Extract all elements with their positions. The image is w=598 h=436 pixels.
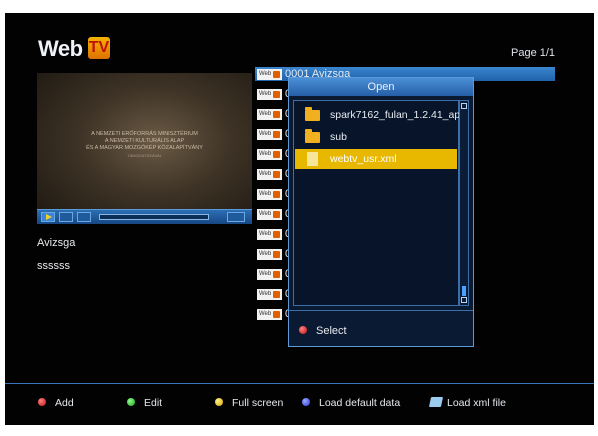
channel-title: Avizsga bbox=[37, 237, 76, 249]
dialog-divider bbox=[289, 310, 473, 311]
webtv-badge-icon: Web bbox=[257, 89, 282, 100]
webtv-badge-icon: Web bbox=[257, 289, 282, 300]
legend-add-label: Add bbox=[55, 397, 74, 409]
stop-button[interactable] bbox=[59, 212, 73, 222]
credit-line: ÉS A MAGYAR MOZGÓKÉP KÖZALAPÍTVÁNY bbox=[86, 145, 203, 151]
video-preview[interactable]: A NEMZETI ERŐFORRÁS MINISZTÉRIUM A NEMZE… bbox=[37, 73, 252, 224]
yellow-button-icon bbox=[215, 398, 223, 407]
webtv-badge-icon: Web bbox=[257, 269, 282, 280]
page-indicator: Page 1/1 bbox=[511, 47, 556, 59]
play-button[interactable] bbox=[41, 212, 55, 222]
credit-line: A NEMZETI KULTURÁLIS ALAP bbox=[104, 138, 185, 144]
webtv-badge-icon: Web bbox=[257, 69, 282, 80]
webtv-badge-icon: Web bbox=[257, 249, 282, 260]
file-list: spark7162_fulan_1.2.41_appsub webtv_usr.x… bbox=[293, 100, 466, 306]
webtv-badge-icon: Web bbox=[257, 229, 282, 240]
legend-load-default-label: Load default data bbox=[319, 397, 401, 409]
select-label: Select bbox=[316, 325, 347, 337]
tv-badge-icon: TV bbox=[88, 37, 110, 59]
webtv-badge-icon: Web bbox=[257, 129, 282, 140]
legend-fullscreen-label: Full screen bbox=[232, 397, 284, 409]
file-name: spark7162_fulan_1.2.41_app bbox=[330, 109, 467, 121]
file-name: sub bbox=[330, 131, 347, 143]
file-icon bbox=[307, 152, 318, 166]
red-button-icon bbox=[299, 326, 307, 335]
file-name: webtv_usr.xml bbox=[330, 153, 397, 165]
red-button-icon bbox=[38, 398, 46, 407]
blue-button-icon bbox=[302, 398, 310, 407]
pause-button[interactable] bbox=[77, 212, 91, 222]
legend-add[interactable]: Add bbox=[38, 397, 74, 409]
scroll-down-icon[interactable] bbox=[461, 297, 467, 303]
scroll-up-icon[interactable] bbox=[461, 103, 467, 109]
folder-icon bbox=[305, 107, 320, 121]
scroll-thumb[interactable] bbox=[462, 286, 466, 296]
tv-screen: Web TV Page 1/1 A NEMZETI ERŐFORRÁS MINI… bbox=[5, 13, 594, 425]
logo-text: Web bbox=[38, 36, 83, 61]
webtv-badge-icon: Web bbox=[257, 309, 282, 320]
legend-load-default[interactable]: Load default data bbox=[302, 397, 400, 409]
legend-load-xml[interactable]: Load xml file bbox=[428, 397, 506, 409]
webtv-badge-icon: Web bbox=[257, 209, 282, 220]
legend-fullscreen[interactable]: Full screen bbox=[215, 397, 283, 409]
dialog-title: Open bbox=[289, 78, 473, 96]
select-hint[interactable]: Select bbox=[299, 325, 347, 337]
legend-load-xml-label: Load xml file bbox=[447, 397, 506, 409]
video-credits: A NEMZETI ERŐFORRÁS MINISZTÉRIUM A NEMZE… bbox=[37, 131, 252, 159]
footer-divider bbox=[5, 383, 594, 384]
progress-bar[interactable] bbox=[99, 214, 209, 220]
player-controls bbox=[37, 209, 252, 224]
file-row[interactable]: spark7162_fulan_1.2.41_app bbox=[295, 105, 466, 125]
legend-edit[interactable]: Edit bbox=[127, 397, 162, 409]
file-row[interactable]: webtv_usr.xml bbox=[295, 149, 457, 169]
open-folder-icon bbox=[428, 397, 444, 408]
credit-line: TÁMOGATÁSÁVAL bbox=[127, 153, 162, 158]
green-button-icon bbox=[127, 398, 135, 407]
file-list-scrollbar[interactable] bbox=[459, 100, 469, 306]
webtv-badge-icon: Web bbox=[257, 169, 282, 180]
open-dialog: Open spark7162_fulan_1.2.41_appsub webtv_… bbox=[288, 77, 474, 347]
webtv-badge-icon: Web bbox=[257, 149, 282, 160]
folder-icon bbox=[305, 129, 320, 143]
channel-description: ssssss bbox=[37, 260, 70, 272]
credit-line: A NEMZETI ERŐFORRÁS MINISZTÉRIUM bbox=[91, 131, 198, 137]
webtv-badge-icon: Web bbox=[257, 189, 282, 200]
legend-edit-label: Edit bbox=[144, 397, 163, 409]
fullscreen-icon[interactable] bbox=[227, 212, 245, 222]
file-row[interactable]: sub bbox=[295, 127, 457, 147]
webtv-badge-icon: Web bbox=[257, 109, 282, 120]
